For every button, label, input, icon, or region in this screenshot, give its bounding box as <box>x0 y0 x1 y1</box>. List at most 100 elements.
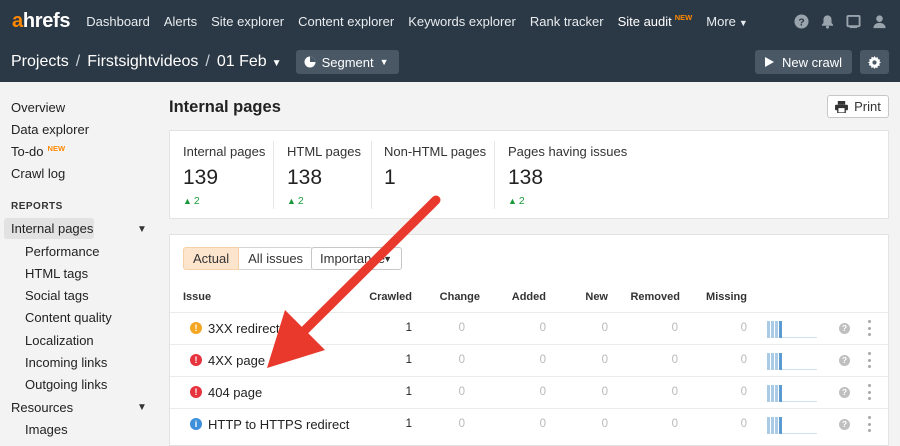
sidebar-item-outgoing-links[interactable]: Outgoing links <box>25 377 107 392</box>
caret-down-icon: ▼ <box>379 57 389 67</box>
print-button[interactable]: Print <box>827 95 889 118</box>
settings-button[interactable] <box>860 50 889 74</box>
issue-name: 4XX page <box>208 353 266 368</box>
collapse-caret-icon[interactable]: ▼ <box>137 402 147 413</box>
sidebar-item-resources[interactable]: Resources <box>11 400 73 415</box>
nav-site-explorer[interactable]: Site explorer <box>211 14 284 29</box>
collapse-caret-icon[interactable]: ▼ <box>137 224 147 235</box>
nav-rank-tracker[interactable]: Rank tracker <box>530 14 604 29</box>
more-options-icon[interactable] <box>866 352 872 368</box>
bell-icon[interactable] <box>814 8 840 34</box>
cell-change: 0 <box>458 322 465 334</box>
column-header-issue[interactable]: Issue <box>183 291 211 303</box>
breadcrumb-projects[interactable]: Projects <box>11 53 69 71</box>
nav-site-audit[interactable]: Site audit NEW <box>617 13 693 29</box>
sidebar-item-images[interactable]: Images <box>25 422 68 437</box>
tab-actual[interactable]: Actual <box>183 247 240 270</box>
nav-dashboard[interactable]: Dashboard <box>86 14 150 29</box>
page-title: Internal pages <box>169 98 281 116</box>
cell-crawled[interactable]: 1 <box>376 418 412 430</box>
stat-value: 1 <box>384 166 396 189</box>
nav-alerts[interactable]: Alerts <box>164 14 197 29</box>
stat-non-html-pages[interactable]: Non-HTML pages 1 <box>384 144 486 190</box>
breadcrumb-separator: / <box>75 53 81 70</box>
ahrefs-logo[interactable]: a hrefs <box>12 10 71 33</box>
issue-name: 404 page <box>208 385 263 400</box>
help-icon[interactable]: ? <box>788 8 814 34</box>
sidebar-item-localization[interactable]: Localization <box>25 333 94 348</box>
help-icon[interactable]: ? <box>839 387 850 398</box>
cell-removed: 0 <box>671 322 678 334</box>
sidebar-item-overview[interactable]: Overview <box>11 100 65 115</box>
breadcrumb: Projects / Firstsightvideos / 01 Feb ▼ <box>11 53 282 71</box>
column-header-missing[interactable]: Missing <box>700 291 747 303</box>
gear-icon <box>868 55 881 69</box>
importance-label: Importance <box>320 251 386 266</box>
column-header-added[interactable]: Added <box>506 291 546 303</box>
help-icon[interactable]: ? <box>839 355 850 366</box>
tab-all-issues[interactable]: All issues <box>239 247 314 270</box>
sidebar-item-performance[interactable]: Performance <box>25 244 99 259</box>
stat-delta: ▲ 2 <box>183 195 265 207</box>
crawl-date-label: 01 Feb <box>216 53 267 70</box>
info-icon: i <box>190 418 202 430</box>
breadcrumb-crawl-date[interactable]: 01 Feb ▼ <box>217 53 282 71</box>
column-header-change[interactable]: Change <box>436 291 480 303</box>
stat-pages-having-issues[interactable]: Pages having issues 138 ▲ 2 <box>508 144 627 207</box>
nav-keywords-explorer[interactable]: Keywords explorer <box>408 14 516 29</box>
column-header-crawled[interactable]: Crawled <box>360 291 412 303</box>
nav-site-audit-label: Site audit <box>617 13 672 29</box>
column-header-removed[interactable]: Removed <box>622 291 680 303</box>
stat-label: Non-HTML pages <box>384 144 487 159</box>
window-icon[interactable] <box>840 8 866 34</box>
cell-crawled[interactable]: 1 <box>376 354 412 366</box>
more-options-icon[interactable] <box>866 320 872 336</box>
cell-crawled[interactable]: 1 <box>376 386 412 398</box>
cell-new: 0 <box>601 418 608 430</box>
cell-missing: 0 <box>740 322 747 334</box>
new-crawl-button[interactable]: New crawl <box>755 50 852 74</box>
todo-label: To-do <box>11 144 44 159</box>
table-row[interactable]: i HTTP to HTTPS redirect 1 0 0 0 0 0 ? <box>170 409 888 440</box>
stat-delta-value: 2 <box>193 195 200 207</box>
sidebar-item-internal-pages[interactable]: Internal pages <box>4 218 94 239</box>
nav-content-explorer[interactable]: Content explorer <box>298 14 394 29</box>
sidebar-item-incoming-links[interactable]: Incoming links <box>25 355 107 370</box>
cell-added: 0 <box>539 354 546 366</box>
table-row[interactable]: ! 404 page 1 0 0 0 0 0 ? <box>170 377 888 408</box>
sidebar-item-crawl-log[interactable]: Crawl log <box>11 166 65 181</box>
new-badge: NEW <box>47 144 66 153</box>
sidebar-item-todo[interactable]: To-do NEW <box>11 144 65 159</box>
nav-more-dropdown[interactable]: More ▼ <box>706 14 748 29</box>
breadcrumb-project[interactable]: Firstsightvideos <box>87 53 198 71</box>
project-bar: Projects / Firstsightvideos / 01 Feb ▼ Se… <box>0 42 900 82</box>
caret-down-icon: ▼ <box>271 58 282 69</box>
stat-divider <box>494 141 495 209</box>
up-triangle-icon: ▲ <box>183 196 192 206</box>
sidebar-item-social-tags[interactable]: Social tags <box>25 288 89 303</box>
sidebar-item-data-explorer[interactable]: Data explorer <box>11 122 89 137</box>
play-icon <box>765 57 775 67</box>
stat-internal-pages[interactable]: Internal pages 139 ▲ 2 <box>183 144 265 207</box>
more-options-icon[interactable] <box>866 416 872 432</box>
importance-select[interactable]: Importance ▼ <box>311 247 402 270</box>
trend-sparkline <box>767 417 817 434</box>
table-row[interactable]: ! 4XX page 1 0 0 0 0 0 ? <box>170 345 888 376</box>
cell-new: 0 <box>601 354 608 366</box>
cell-crawled[interactable]: 1 <box>376 322 412 334</box>
cell-added: 0 <box>539 386 546 398</box>
issue-name: 3XX redirect <box>208 321 280 336</box>
stat-delta: ▲ 2 <box>508 195 627 207</box>
help-icon[interactable]: ? <box>839 323 850 334</box>
more-options-icon[interactable] <box>866 384 872 400</box>
table-row[interactable]: ! 3XX redirect 1 0 0 0 0 0 ? <box>170 313 888 344</box>
help-icon[interactable]: ? <box>839 419 850 430</box>
sidebar-item-content-quality[interactable]: Content quality <box>25 310 112 325</box>
stat-label: HTML pages <box>287 144 361 159</box>
user-icon[interactable] <box>866 8 892 34</box>
stat-html-pages[interactable]: HTML pages 138 ▲ 2 <box>287 144 361 207</box>
sidebar-item-html-tags[interactable]: HTML tags <box>25 266 88 281</box>
issue-filter-tabs: Actual All issues <box>183 247 314 270</box>
segment-button[interactable]: Segment ▼ <box>295 50 399 74</box>
column-header-new[interactable]: New <box>578 291 608 303</box>
